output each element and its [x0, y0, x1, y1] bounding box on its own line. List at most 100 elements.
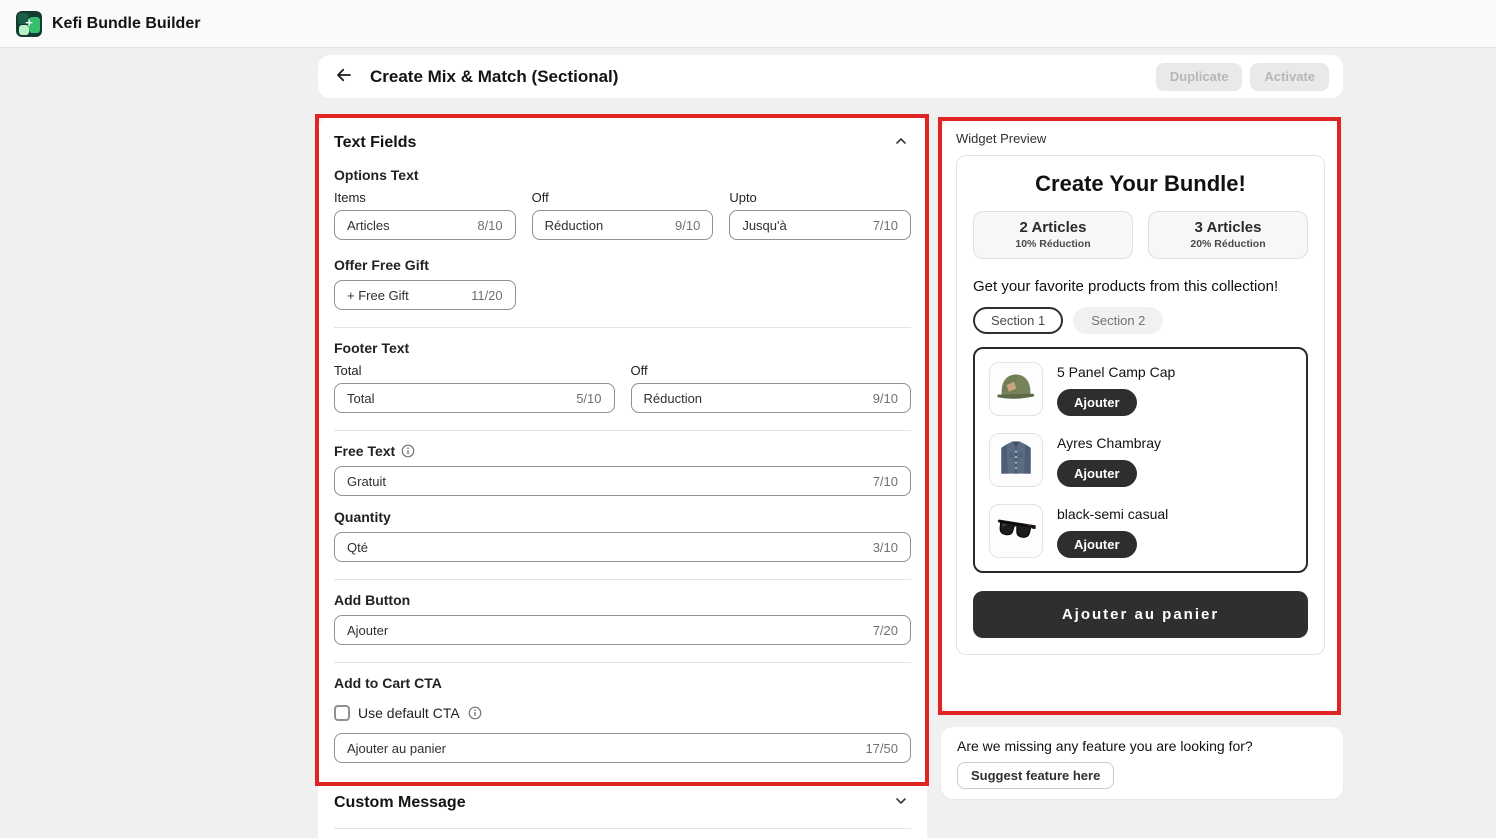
info-icon[interactable] — [401, 444, 415, 458]
app-title: Kefi Bundle Builder — [52, 15, 200, 33]
header-actions: Duplicate Activate — [1156, 63, 1329, 91]
text-fields-title: Text Fields — [334, 134, 416, 152]
divider — [334, 579, 911, 580]
items-label: Items — [334, 190, 516, 205]
add-product-button[interactable]: Ajouter — [1057, 460, 1137, 487]
product-image-sunglasses — [989, 504, 1043, 558]
quantity-label: Quantity — [334, 509, 911, 525]
suggest-feature-button[interactable]: Suggest feature here — [957, 762, 1114, 789]
option-subtitle: 10% Réduction — [978, 238, 1128, 250]
total-value: Total — [347, 391, 374, 406]
page-header-card: Create Mix & Match (Sectional) Duplicate… — [318, 55, 1343, 98]
field-group-off: Off Réduction 9/10 — [532, 190, 714, 240]
free-gift-counter: 11/20 — [471, 288, 503, 303]
products-list: 5 Panel Camp Cap Ajouter — [973, 347, 1308, 573]
product-title: black-semi casual — [1057, 506, 1168, 522]
cart-cta-value: Ajouter au panier — [347, 741, 446, 756]
info-icon[interactable] — [468, 706, 482, 720]
quantity-counter: 3/10 — [873, 540, 898, 555]
off-value: Réduction — [545, 218, 604, 233]
items-input[interactable]: Articles 8/10 — [334, 210, 516, 240]
add-product-button[interactable]: Ajouter — [1057, 531, 1137, 558]
free-text-value: Gratuit — [347, 474, 386, 489]
divider — [334, 327, 911, 328]
text-fields-section-header: Text Fields — [334, 131, 911, 154]
product-row: 5 Panel Camp Cap Ajouter — [989, 362, 1292, 416]
upto-label: Upto — [729, 190, 911, 205]
activate-button[interactable]: Activate — [1250, 63, 1329, 91]
product-image-camp-cap — [989, 362, 1043, 416]
total-counter: 5/10 — [576, 391, 601, 406]
field-group-total: Total Total 5/10 — [334, 363, 615, 413]
footer-off-input[interactable]: Réduction 9/10 — [631, 383, 912, 413]
items-counter: 8/10 — [477, 218, 502, 233]
upto-value: Jusqu'à — [742, 218, 786, 233]
bundle-title: Create Your Bundle! — [973, 171, 1308, 197]
add-button-counter: 7/20 — [873, 623, 898, 638]
add-button-value: Ajouter — [347, 623, 388, 638]
collapse-section-button[interactable] — [891, 131, 911, 154]
product-title: 5 Panel Camp Cap — [1057, 364, 1175, 380]
duplicate-button[interactable]: Duplicate — [1156, 63, 1243, 91]
option-title: 2 Articles — [978, 219, 1128, 236]
use-default-cta-checkbox[interactable] — [334, 705, 350, 721]
cap-icon — [993, 364, 1039, 415]
tab-section-2[interactable]: Section 2 — [1073, 307, 1163, 334]
footer-off-value: Réduction — [644, 391, 703, 406]
free-text-counter: 7/10 — [873, 474, 898, 489]
product-row: Ayres Chambray Ajouter — [989, 433, 1292, 487]
product-row: black-semi casual Ajouter — [989, 504, 1292, 558]
widget-preview-label: Widget Preview — [956, 131, 1325, 146]
footer-off-label: Off — [631, 363, 912, 378]
add-product-button[interactable]: Ajouter — [1057, 389, 1137, 416]
jacket-icon — [994, 436, 1038, 485]
product-info: Ayres Chambray Ajouter — [1057, 433, 1161, 487]
page-content: Create Mix & Match (Sectional) Duplicate… — [0, 48, 1496, 838]
free-text-label-row: Free Text — [334, 443, 911, 459]
free-gift-value: + Free Gift — [347, 288, 409, 303]
feedback-card: Are we missing any feature you are looki… — [941, 727, 1343, 799]
free-text-label: Free Text — [334, 443, 395, 459]
bundle-option-3-articles[interactable]: 3 Articles 20% Réduction — [1148, 211, 1308, 259]
chevron-up-icon — [893, 133, 909, 152]
total-label: Total — [334, 363, 615, 378]
off-counter: 9/10 — [675, 218, 700, 233]
feedback-question: Are we missing any feature you are looki… — [957, 738, 1327, 754]
text-fields-panel: Text Fields Options Text Items Articles … — [318, 117, 927, 838]
bundle-option-2-articles[interactable]: 2 Articles 10% Réduction — [973, 211, 1133, 259]
options-text-label: Options Text — [334, 167, 911, 183]
add-to-cart-cta-button[interactable]: Ajouter au panier — [973, 591, 1308, 638]
arrow-left-icon — [335, 66, 353, 87]
product-info: black-semi casual Ajouter — [1057, 504, 1168, 558]
collection-subtitle: Get your favorite products from this col… — [973, 278, 1308, 295]
product-image-denim-jacket — [989, 433, 1043, 487]
cart-cta-counter: 17/50 — [865, 741, 898, 756]
cart-cta-input[interactable]: Ajouter au panier 17/50 — [334, 733, 911, 763]
use-default-cta-row: Use default CTA — [334, 705, 911, 721]
tab-section-1[interactable]: Section 1 — [973, 307, 1063, 334]
page-title: Create Mix & Match (Sectional) — [370, 67, 618, 87]
quantity-value: Qté — [347, 540, 368, 555]
add-to-cart-cta-label: Add to Cart CTA — [334, 675, 911, 691]
bundle-preview-card: Create Your Bundle! 2 Articles 10% Réduc… — [956, 155, 1325, 655]
add-button-label: Add Button — [334, 592, 911, 608]
back-button[interactable] — [332, 65, 356, 89]
upto-input[interactable]: Jusqu'à 7/10 — [729, 210, 911, 240]
total-input[interactable]: Total 5/10 — [334, 383, 615, 413]
field-group-footer-off: Off Réduction 9/10 — [631, 363, 912, 413]
custom-message-section-header[interactable]: Custom Message — [334, 791, 911, 829]
option-subtitle: 20% Réduction — [1153, 238, 1303, 250]
free-text-input[interactable]: Gratuit 7/10 — [334, 466, 911, 496]
add-button-input[interactable]: Ajouter 7/20 — [334, 615, 911, 645]
product-info: 5 Panel Camp Cap Ajouter — [1057, 362, 1175, 416]
free-gift-input[interactable]: + Free Gift 11/20 — [334, 280, 516, 310]
offer-free-gift-label: Offer Free Gift — [334, 257, 911, 273]
section-tabs: Section 1 Section 2 — [973, 307, 1308, 334]
quantity-input[interactable]: Qté 3/10 — [334, 532, 911, 562]
items-value: Articles — [347, 218, 390, 233]
custom-message-title: Custom Message — [334, 794, 466, 812]
off-input[interactable]: Réduction 9/10 — [532, 210, 714, 240]
expand-section-button[interactable] — [891, 791, 911, 814]
bundle-options: 2 Articles 10% Réduction 3 Articles 20% … — [973, 211, 1308, 259]
divider — [334, 430, 911, 431]
